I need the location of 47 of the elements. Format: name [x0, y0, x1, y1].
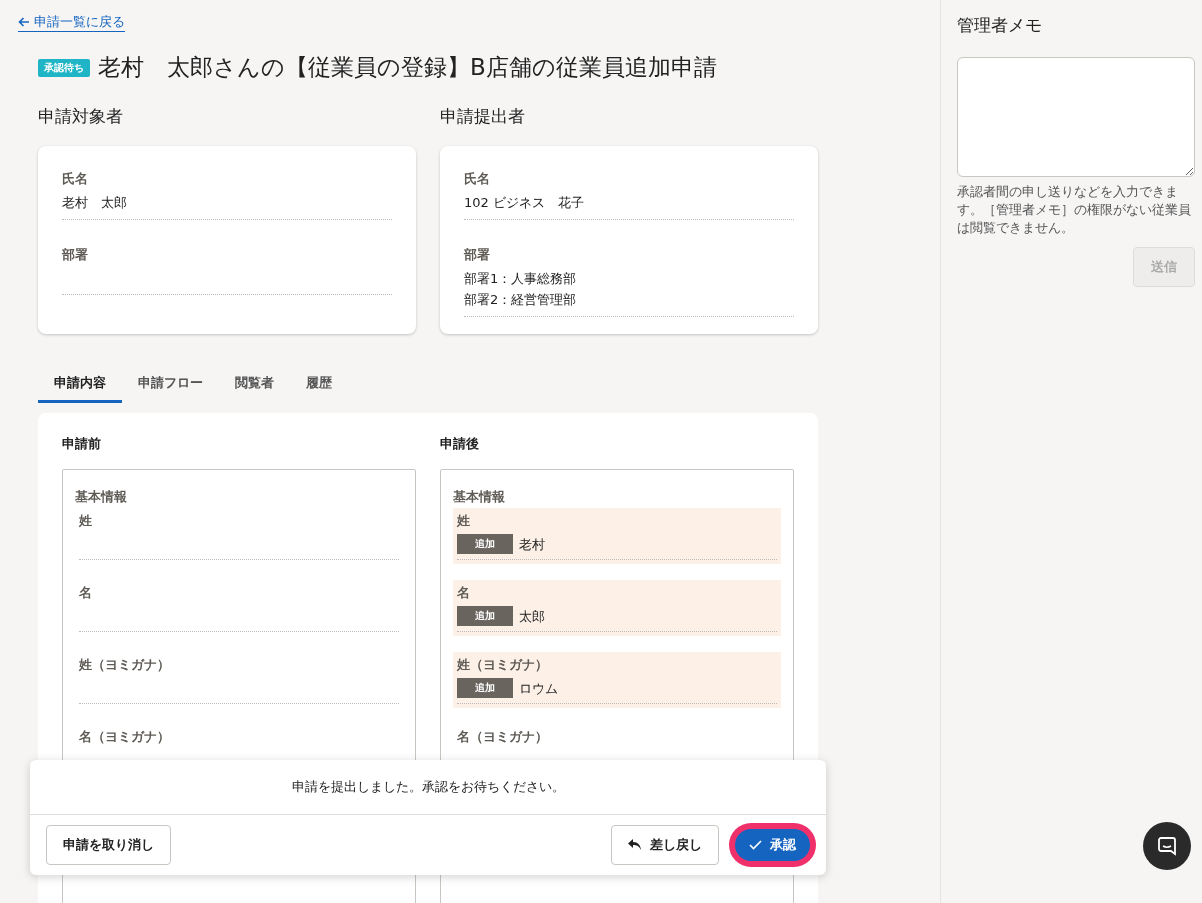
field-label: 名 [79, 584, 93, 602]
chat-button[interactable] [1143, 822, 1191, 870]
change-badge: 追加 [457, 534, 513, 554]
column-heading: 申請後 [440, 435, 480, 453]
field-value: 102 ビジネス 花子 [464, 194, 585, 212]
field-value: 老村 [519, 535, 545, 554]
tab[interactable]: 閲覧者 [219, 368, 290, 403]
field-label: 姓 [457, 512, 471, 530]
field-label: 姓（ヨミガナ） [79, 656, 171, 674]
memo-hint: 承認者間の申し送りなどを入力できます。［管理者メモ］の権限がない従業員は閲覧できません。 [957, 183, 1192, 237]
change-badge: 追加 [457, 606, 513, 626]
field-label: 名（ヨミガナ） [79, 728, 171, 746]
field-label: 姓 [79, 512, 93, 530]
chat-icon [1157, 836, 1177, 856]
check-icon [749, 840, 762, 850]
field-label: 名（ヨミガナ） [457, 728, 549, 746]
tab[interactable]: 申請フロー [122, 368, 219, 403]
memo-field[interactable] [957, 57, 1195, 177]
field-value: 太郎 [519, 607, 545, 626]
left-arrow-icon [18, 17, 30, 27]
return-arrow-icon [628, 839, 642, 851]
field-value: 部署2：経営管理部 [464, 291, 578, 309]
back-link[interactable]: 申請一覧に戻る [18, 13, 125, 32]
field-value: ロウム [519, 679, 558, 698]
field-label: 氏名 [464, 170, 491, 188]
field-label: 氏名 [62, 170, 89, 188]
field-value: 部署1：人事総務部 [464, 270, 578, 288]
return-button[interactable]: 差し戻し [611, 825, 719, 865]
page-title: 老村 太郎さんの【従業員の登録】B店舗の従業員追加申請 [98, 53, 717, 82]
section-heading: 申請提出者 [440, 105, 526, 128]
status-message: 申請を提出しました。承認をお待ちください。 [30, 760, 826, 815]
approve-button[interactable]: 承認 [735, 829, 810, 861]
status-badge: 承認待ち [38, 58, 90, 77]
field-label: 部署 [464, 246, 491, 264]
tab[interactable]: 履歴 [290, 368, 348, 403]
section-title: 基本情報 [75, 488, 128, 506]
section-title: 基本情報 [453, 488, 506, 506]
field-value: 老村 太郎 [62, 194, 128, 212]
field-label: 姓（ヨミガナ） [457, 656, 549, 674]
field-label: 名 [457, 584, 471, 602]
column-heading: 申請前 [62, 435, 102, 453]
tab[interactable]: 申請内容 [38, 368, 122, 403]
memo-heading: 管理者メモ [957, 14, 1043, 37]
cancel-button[interactable]: 申請を取り消し [46, 825, 171, 865]
section-heading: 申請対象者 [38, 105, 124, 128]
field-label: 部署 [62, 246, 89, 264]
change-badge: 追加 [457, 678, 513, 698]
